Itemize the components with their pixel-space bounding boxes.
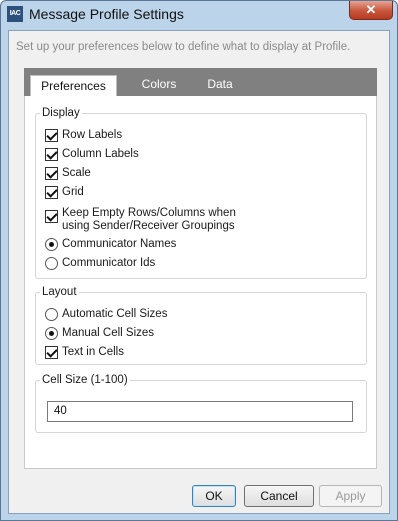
cell-size-group: Cell Size (1-100) 40 [35,373,367,433]
manual-cell-sizes-radio[interactable] [45,327,58,340]
communicator-names-radio[interactable] [45,238,58,251]
tab-strip: Preferences Colors Data [24,68,377,97]
automatic-cell-sizes-radio[interactable] [45,308,58,321]
column-labels-option[interactable]: Column Labels [45,148,139,161]
apply-button[interactable]: Apply [319,485,382,507]
grid-label: Grid [62,186,84,198]
intro-text: Set up your preferences below to define … [16,41,351,53]
grid-option[interactable]: Grid [45,186,84,199]
title-bar[interactable]: IAC Message Profile Settings ✕ [1,1,397,29]
communicator-ids-label: Communicator Ids [62,257,156,269]
window-title: Message Profile Settings [29,6,184,22]
keep-empty-rows-label-line2: using Sender/Receiver Groupings [62,220,235,232]
automatic-cell-sizes-label: Automatic Cell Sizes [62,308,168,320]
text-in-cells-option[interactable]: Text in Cells [45,346,124,359]
communicator-names-label: Communicator Names [62,238,177,250]
keep-empty-rows-label: Keep Empty Rows/Columns when using Sende… [62,207,236,233]
text-in-cells-label: Text in Cells [62,346,124,358]
automatic-cell-sizes-option[interactable]: Automatic Cell Sizes [45,308,167,321]
cell-size-group-legend: Cell Size (1-100) [40,373,130,387]
cancel-button[interactable]: Cancel [244,485,314,507]
communicator-names-option[interactable]: Communicator Names [45,238,176,251]
manual-cell-sizes-option[interactable]: Manual Cell Sizes [45,327,154,340]
layout-group: Layout Automatic Cell Sizes Manual Cell … [35,285,367,365]
row-labels-label: Row Labels [62,129,123,141]
cell-size-input[interactable]: 40 [47,401,353,422]
close-button[interactable]: ✕ [349,1,393,20]
keep-empty-rows-checkbox[interactable] [45,210,58,223]
dialog-body: Set up your preferences below to define … [8,30,390,514]
app-logo-icon: IAC [7,6,23,22]
ok-button[interactable]: OK [192,485,236,507]
grid-checkbox[interactable] [45,186,58,199]
column-labels-checkbox[interactable] [45,148,58,161]
tab-data[interactable]: Data [196,74,244,96]
keep-empty-rows-option[interactable]: Keep Empty Rows/Columns when using Sende… [45,207,236,233]
scale-label: Scale [62,167,91,179]
scale-option[interactable]: Scale [45,167,91,180]
tab-colors[interactable]: Colors [126,74,192,96]
row-labels-checkbox[interactable] [45,129,58,142]
manual-cell-sizes-label: Manual Cell Sizes [62,327,155,339]
text-in-cells-checkbox[interactable] [45,346,58,359]
dialog-window: IAC Message Profile Settings ✕ Set up yo… [0,0,398,521]
communicator-ids-option[interactable]: Communicator Ids [45,257,155,270]
row-labels-option[interactable]: Row Labels [45,129,122,142]
preferences-panel: Display Row Labels Column Labels Scale G… [24,96,377,469]
communicator-ids-radio[interactable] [45,257,58,270]
display-group: Display Row Labels Column Labels Scale G… [35,106,367,279]
keep-empty-rows-label-line1: Keep Empty Rows/Columns when [62,207,236,219]
tab-preferences[interactable]: Preferences [30,75,117,97]
display-group-legend: Display [40,106,82,120]
layout-group-legend: Layout [40,285,79,299]
scale-checkbox[interactable] [45,167,58,180]
column-labels-label: Column Labels [62,148,139,160]
